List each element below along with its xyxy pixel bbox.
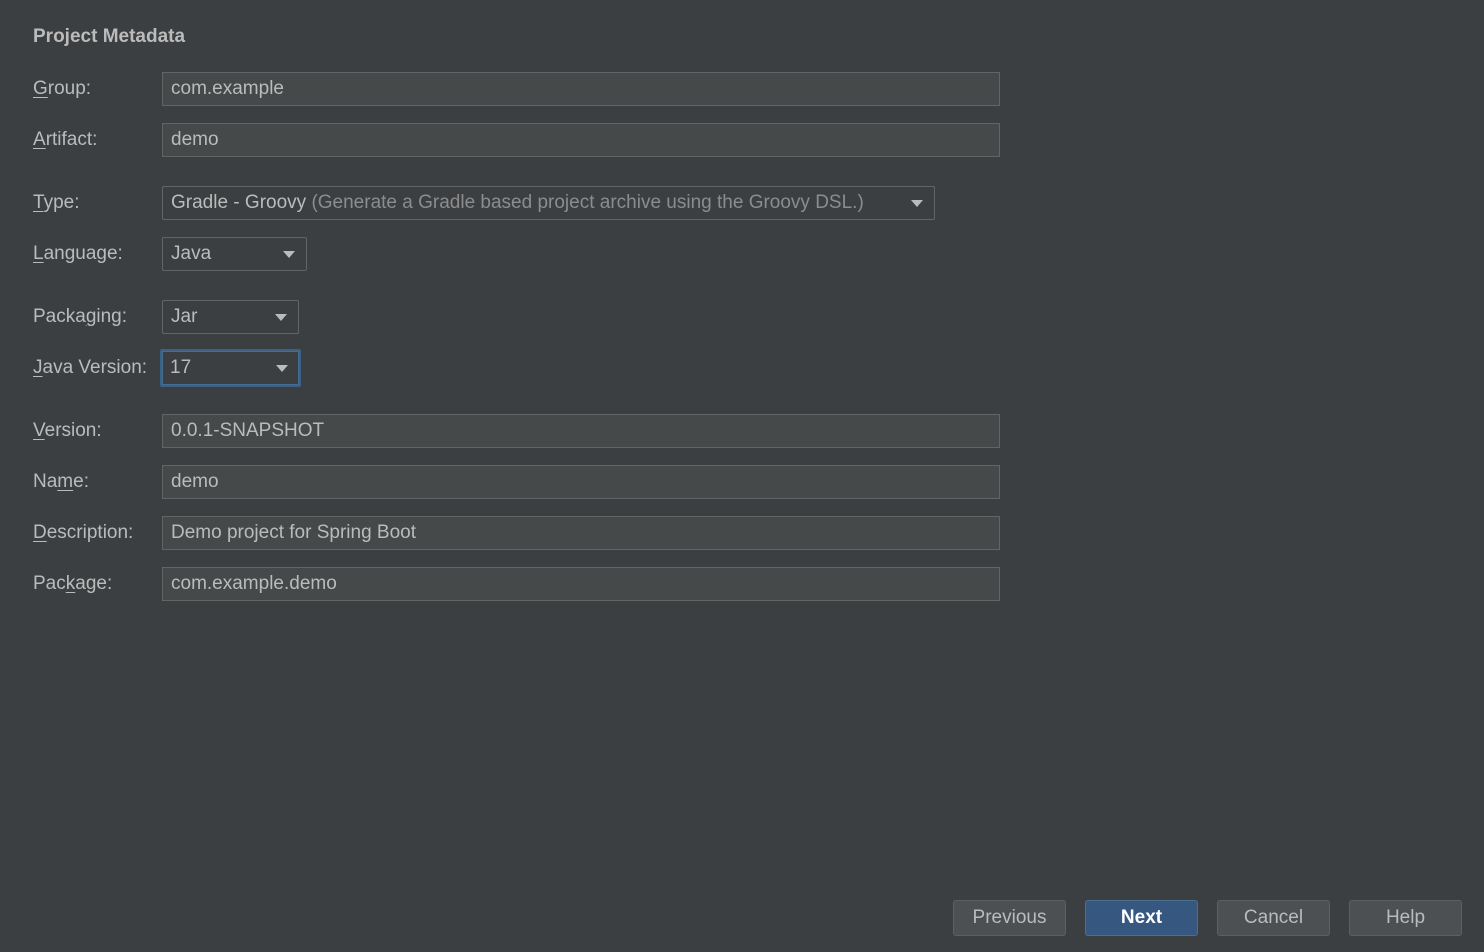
next-button[interactable]: Next (1085, 900, 1198, 936)
version-field[interactable] (162, 414, 1000, 448)
type-hint: (Generate a Gradle based project archive… (311, 192, 864, 213)
type-value: Gradle - Groovy (171, 192, 307, 213)
artifact-field[interactable] (162, 123, 1000, 157)
java-version-dropdown[interactable]: 17 (160, 349, 301, 387)
chevron-down-icon (283, 250, 295, 258)
version-label: Version: (33, 420, 102, 441)
type-label: Type: (33, 192, 80, 213)
description-field[interactable] (162, 516, 1000, 550)
packaging-dropdown[interactable]: Jar (162, 300, 299, 334)
type-dropdown-value: Gradle - Groovy (Generate a Gradle based… (171, 192, 903, 214)
java-version-value: 17 (170, 357, 192, 378)
cancel-button[interactable]: Cancel (1217, 900, 1330, 936)
packaging-value: Jar (171, 306, 198, 327)
name-field[interactable] (162, 465, 1000, 499)
package-field[interactable] (162, 567, 1000, 601)
chevron-down-icon (275, 313, 287, 321)
name-label: Name: (33, 471, 89, 492)
packaging-label: Packaging: (33, 306, 128, 327)
section-title: Project Metadata (33, 26, 186, 47)
project-metadata-dialog: Project Metadata Group: Artifact: Type: … (0, 0, 1484, 952)
package-label: Package: (33, 573, 113, 594)
artifact-label: Artifact: (33, 129, 98, 150)
type-dropdown[interactable]: Gradle - Groovy (Generate a Gradle based… (162, 186, 935, 220)
chevron-down-icon (276, 364, 288, 372)
group-field[interactable] (162, 72, 1000, 106)
previous-button[interactable]: Previous (953, 900, 1066, 936)
java-version-label: Java Version: (33, 357, 148, 378)
language-dropdown[interactable]: Java (162, 237, 307, 271)
help-button[interactable]: Help (1349, 900, 1462, 936)
language-value: Java (171, 243, 212, 264)
group-label: Group: (33, 78, 92, 99)
description-label: Description: (33, 522, 134, 543)
chevron-down-icon (911, 199, 923, 207)
language-label: Language: (33, 243, 123, 264)
